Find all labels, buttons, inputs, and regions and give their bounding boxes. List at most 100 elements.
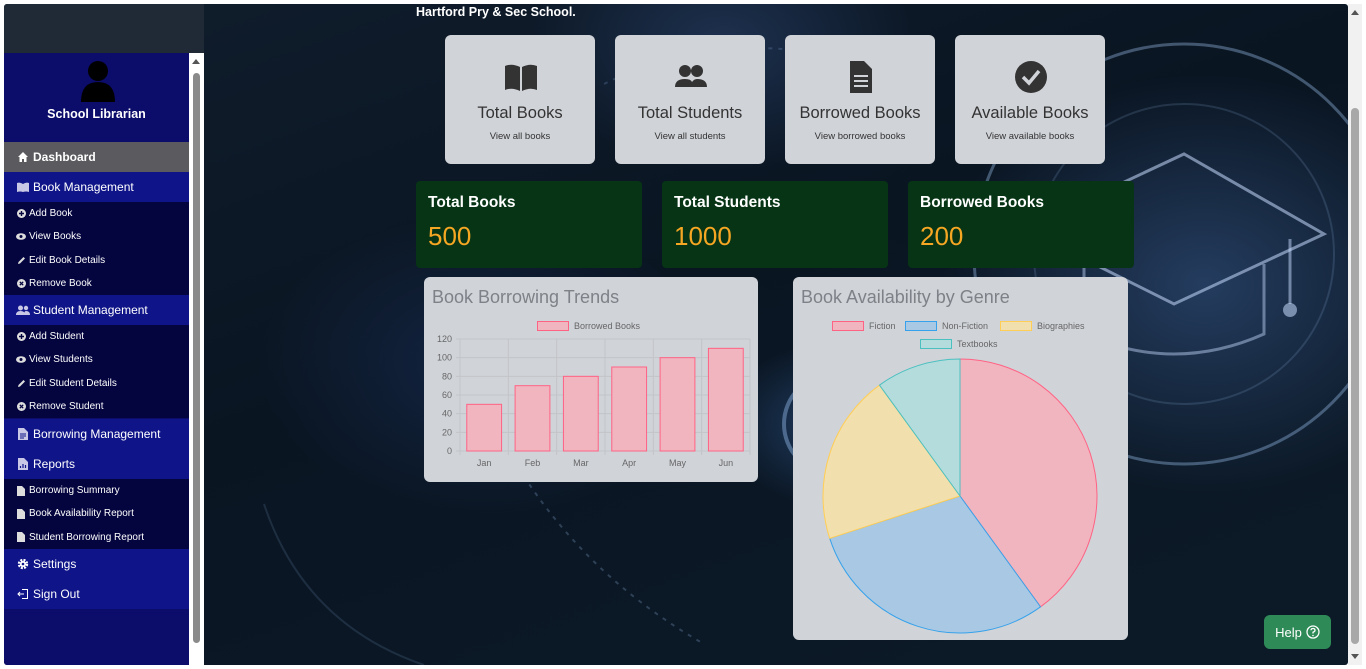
sidebar-item-view-students[interactable]: View Students <box>4 348 189 371</box>
y-tick-label: 40 <box>442 409 452 419</box>
sidebar-item-remove-student[interactable]: Remove Student <box>4 395 189 418</box>
sidebar-item-label: Book Management <box>33 180 134 194</box>
user-icon <box>81 61 115 102</box>
sidebar-item-label: View Students <box>29 354 93 366</box>
bar <box>611 366 648 452</box>
sidebar-item-label: Borrowing Management <box>33 427 161 441</box>
card-title: Borrowed Books <box>799 104 921 122</box>
plus-circle-icon <box>16 332 26 342</box>
y-tick-label: 80 <box>442 371 452 381</box>
sidebar-item-settings[interactable]: Settings <box>4 549 189 579</box>
check-circle-icon <box>1015 61 1047 93</box>
student-management-submenu: Add Student View Students Edit Student D… <box>4 325 189 419</box>
sidebar-item-student-management[interactable]: Student Management <box>4 295 189 325</box>
x-tick-label: Mar <box>573 458 589 468</box>
sidebar-item-label: Student Management <box>33 303 148 317</box>
sidebar-item-edit-book[interactable]: Edit Book Details <box>4 249 189 272</box>
sidebar-item-label: Sign Out <box>33 587 80 601</box>
stat-title: Total Books <box>428 194 516 211</box>
bar <box>707 347 744 452</box>
card-borrowed-books[interactable]: Borrowed Books View borrowed books <box>785 35 935 164</box>
sidebar-item-label: Add Student <box>29 331 85 343</box>
home-icon <box>16 150 30 164</box>
sidebar-item-label: Remove Book <box>29 278 92 290</box>
card-title: Total Books <box>477 104 563 122</box>
sidebar-item-label: Add Book <box>29 208 73 220</box>
x-tick-label: May <box>669 458 687 468</box>
borrowing-trends-panel: Book Borrowing Trends Borrowed Books 0 20… <box>424 277 758 482</box>
sidebar-item-label: Borrowing Summary <box>29 485 120 497</box>
document-icon <box>16 532 26 543</box>
sidebar-item-label: Student Borrowing Report <box>29 531 145 543</box>
sidebar-item-borrowing-management[interactable]: Borrowing Management <box>4 419 189 449</box>
sidebar-item-label: Settings <box>33 557 77 571</box>
sidebar: School Librarian Dashboard Book Manageme… <box>4 53 189 665</box>
pencil-icon <box>16 255 26 265</box>
school-name: Hartford Pry & Sec School. <box>416 5 576 19</box>
stat-borrowed-books: Borrowed Books 200 <box>908 181 1134 268</box>
x-tick-label: Jun <box>719 458 734 468</box>
pie-chart <box>822 358 1098 634</box>
stat-title: Borrowed Books <box>920 194 1045 211</box>
page-scrollbar[interactable] <box>1348 4 1362 665</box>
sidebar-item-sign-out[interactable]: Sign Out <box>4 579 189 609</box>
stat-value: 200 <box>920 221 964 251</box>
card-title: Total Students <box>637 104 743 122</box>
bar <box>514 385 551 452</box>
bar <box>562 375 599 452</box>
user-role: School Librarian <box>47 107 146 121</box>
eye-icon <box>16 355 26 365</box>
y-tick-label: 60 <box>442 390 452 400</box>
card-subtitle[interactable]: View borrowed books <box>785 131 935 142</box>
stat-value: 1000 <box>674 221 732 251</box>
sidebar-item-add-book[interactable]: Add Book <box>4 202 189 225</box>
pencil-icon <box>16 378 26 388</box>
document-icon <box>850 61 872 93</box>
eye-icon <box>16 232 26 242</box>
card-subtitle[interactable]: View all students <box>615 131 765 142</box>
sidebar-item-reports[interactable]: Reports <box>4 449 189 479</box>
bar <box>466 403 503 452</box>
sidebar-item-student-borrowing-report[interactable]: Student Borrowing Report <box>4 526 189 549</box>
sidebar-scrollbar[interactable] <box>189 53 204 665</box>
sidebar-item-label: Remove Student <box>29 401 104 413</box>
book-management-submenu: Add Book View Books Edit Book Details Re… <box>4 202 189 296</box>
document-icon <box>16 508 26 519</box>
scrollbar-thumb[interactable] <box>193 73 200 643</box>
scroll-up-arrow[interactable] <box>192 59 200 64</box>
y-tick-label: 20 <box>442 427 452 437</box>
profile-section: School Librarian <box>4 53 189 143</box>
card-subtitle[interactable]: View available books <box>955 131 1105 142</box>
sidebar-item-label: Book Availability Report <box>29 508 134 520</box>
y-tick-label: 100 <box>437 353 452 363</box>
card-total-students[interactable]: Total Students View all students <box>615 35 765 164</box>
scrollbar-thumb[interactable] <box>1351 108 1359 644</box>
card-available-books[interactable]: Available Books View available books <box>955 35 1105 164</box>
sign-out-icon <box>16 587 30 601</box>
sidebar-item-book-availability-report[interactable]: Book Availability Report <box>4 502 189 525</box>
x-circle-icon <box>16 279 26 289</box>
users-icon <box>16 303 30 317</box>
sidebar-item-edit-student[interactable]: Edit Student Details <box>4 372 189 395</box>
reports-submenu: Borrowing Summary Book Availability Repo… <box>4 479 189 549</box>
card-total-books[interactable]: Total Books View all books <box>445 35 595 164</box>
sidebar-item-dashboard[interactable]: Dashboard <box>4 142 189 172</box>
stat-value: 500 <box>428 221 472 251</box>
scroll-up-arrow[interactable] <box>1351 10 1359 15</box>
help-button[interactable]: Help <box>1264 615 1331 649</box>
book-icon <box>505 64 537 91</box>
sidebar-item-borrowing-summary[interactable]: Borrowing Summary <box>4 479 189 502</box>
sidebar-item-remove-book[interactable]: Remove Book <box>4 272 189 295</box>
sidebar-item-book-management[interactable]: Book Management <box>4 172 189 202</box>
scroll-down-arrow[interactable] <box>1351 654 1359 659</box>
bar <box>659 357 696 452</box>
gear-icon <box>16 557 30 571</box>
sidebar-item-view-books[interactable]: View Books <box>4 225 189 248</box>
sidebar-item-add-student[interactable]: Add Student <box>4 325 189 348</box>
y-tick-label: 120 <box>437 334 452 344</box>
sidebar-item-label: Dashboard <box>33 150 96 164</box>
question-circle-icon <box>1306 625 1320 639</box>
bar-chart: 0 20 40 60 80 100 120 Jan Feb Mar Apr May Jun <box>437 334 751 468</box>
card-subtitle[interactable]: View all books <box>445 131 595 142</box>
x-tick-label: Apr <box>622 458 636 468</box>
